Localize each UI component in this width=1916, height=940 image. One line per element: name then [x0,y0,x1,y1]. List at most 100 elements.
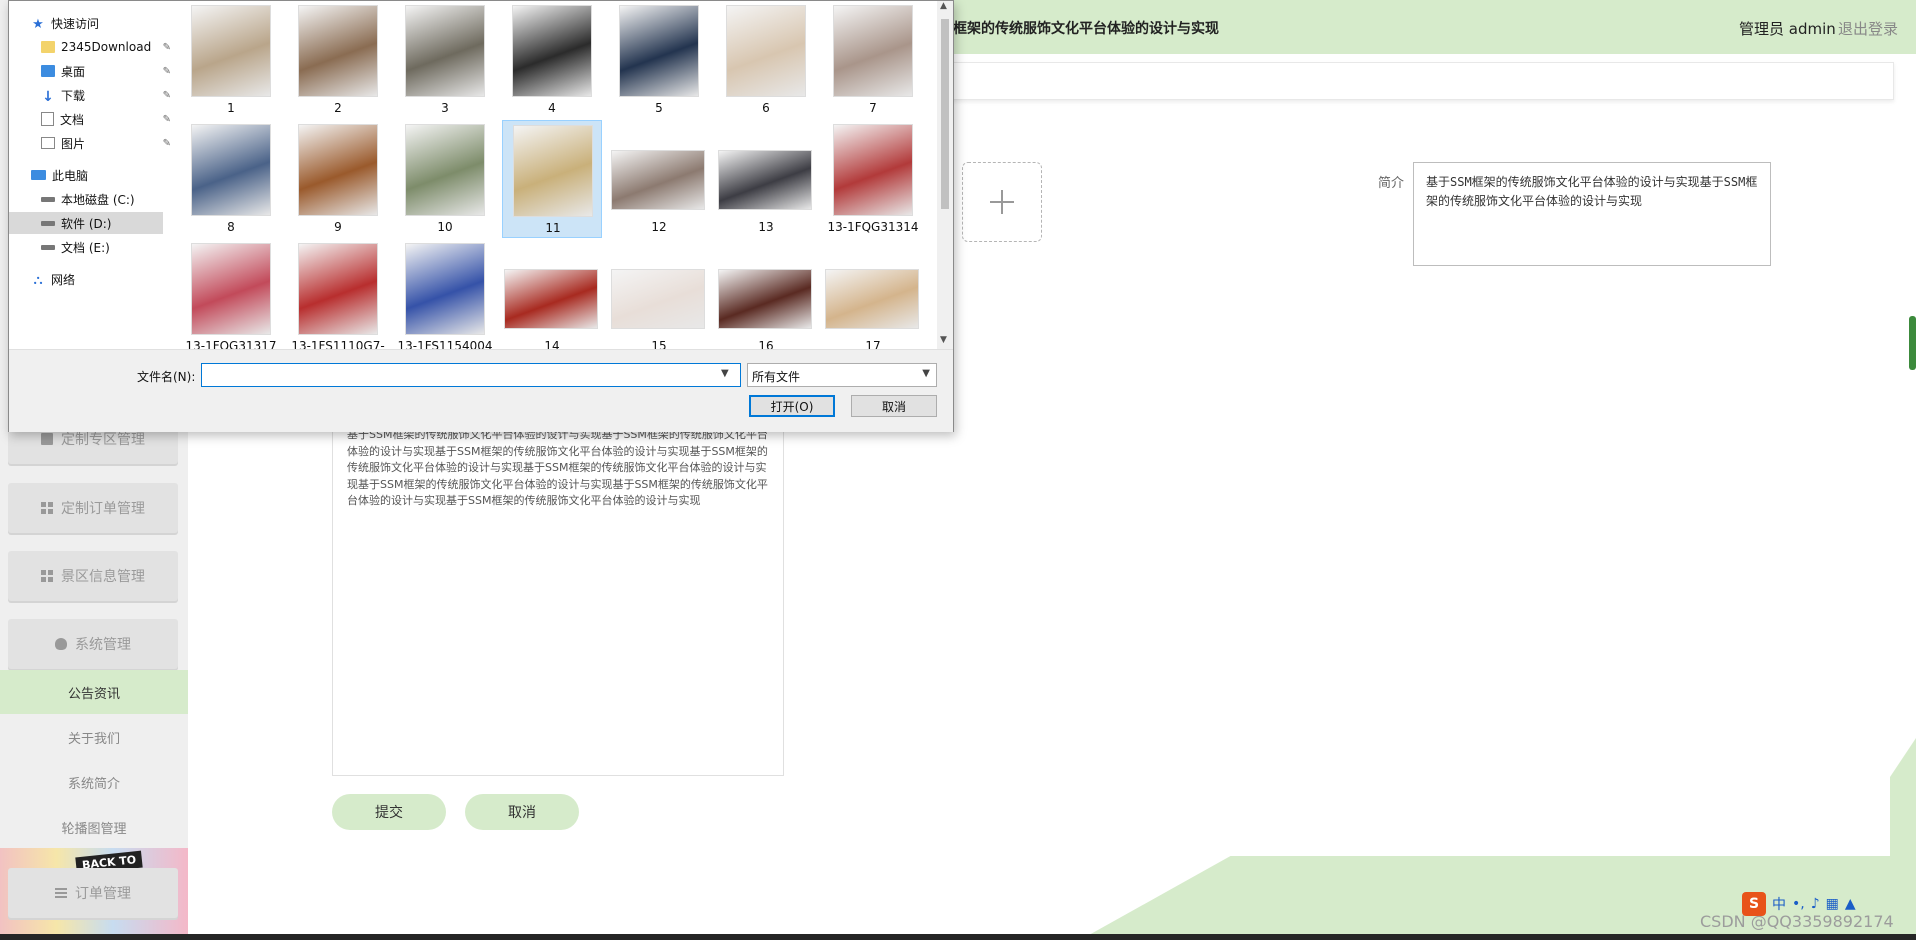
menu-orders[interactable]: 订单管理 [8,868,178,918]
nav-this-pc[interactable]: 此电脑 [31,164,171,186]
ime-language[interactable]: 中 [1772,894,1786,914]
nav-documents[interactable]: 文档 ✎ [41,108,171,130]
nav-network[interactable]: ⛬ 网络 [31,268,171,290]
file-name: 14 [544,339,560,349]
submit-button[interactable]: 提交 [332,794,446,830]
nav-desktop[interactable]: 桌面 ✎ [41,60,171,82]
file-item[interactable]: 2 [288,1,388,119]
nav-2345download[interactable]: 2345Download ✎ [41,36,171,58]
file-item[interactable]: 13-1FQG31317 [181,239,281,349]
file-thumbnail [504,269,598,329]
scroll-thumb[interactable] [941,19,949,209]
file-name: 4 [548,101,556,115]
file-thumbnail [718,150,812,210]
intro-textarea[interactable]: 基于SSM框架的传统服饰文化平台体验的设计与实现基于SSM框架的传统服饰文化平台… [1413,162,1771,266]
menu-label: 系统管理 [75,637,131,653]
file-name: 5 [655,101,663,115]
pin-icon: ✎ [162,89,171,101]
nav-quick-access[interactable]: ★ 快速访问 [31,12,171,34]
file-item[interactable]: 8 [181,120,281,238]
file-thumbnail [191,124,271,216]
file-item[interactable]: 17 [823,239,923,349]
sidebar-item-announcements[interactable]: 公告资讯 [0,670,188,714]
logout-link[interactable]: 退出登录 [1838,18,1898,39]
file-item[interactable]: 5 [609,1,709,119]
breadcrumb [940,62,1894,100]
file-item[interactable]: 14 [502,239,602,349]
file-open-dialog: ★ 快速访问 2345Download ✎ 桌面 ✎ ↓ 下载 ✎ 文档 ✎ 图… [8,0,954,432]
file-thumbnail [611,269,705,329]
filename-input[interactable] [201,363,741,387]
cancel-button[interactable]: 取消 [465,794,579,830]
editor-content: 基于SSM框架的传统服饰文化平台体验的设计与实现基于SSM框架的传统服饰文化平台… [347,428,768,507]
pin-icon: ✎ [162,41,171,53]
taskbar-edge [0,934,1916,940]
file-item[interactable]: 4 [502,1,602,119]
sidebar-item-about[interactable]: 关于我们 [0,715,188,759]
page-scrollbar[interactable] [1909,316,1916,370]
nav-drive-e[interactable]: 文档 (E:) [41,236,171,258]
scroll-down-icon[interactable]: ▼ [940,335,947,345]
file-name: 10 [437,220,453,234]
scroll-up-icon[interactable]: ▲ [940,1,947,11]
open-button[interactable]: 打开(O) [749,395,835,417]
sidebar-item-carousel[interactable]: 轮播图管理 [0,805,188,849]
admin-user-label: 管理员 admin [1739,20,1836,38]
menu-label: 定制订单管理 [61,501,145,517]
file-thumbnail [405,124,485,216]
dialog-cancel-button[interactable]: 取消 [851,395,937,417]
file-thumbnail [191,5,271,97]
nav-label: 快速访问 [51,16,100,31]
file-item[interactable]: 10 [395,120,495,238]
file-thumbnail [726,5,806,97]
file-item[interactable]: 13-1FQG31314 [823,120,923,238]
file-item[interactable]: 6 [716,1,816,119]
ime-skin-icon: ▲ [1844,896,1856,912]
file-thumbnail [833,124,913,216]
file-item[interactable]: 3 [395,1,495,119]
filetype-select[interactable]: 所有文件 ▼ [747,363,937,387]
sidebar-item-system-intro[interactable]: 系统简介 [0,760,188,804]
file-thumbnail [619,5,699,97]
file-name: 6 [762,101,770,115]
file-item[interactable]: 16 [716,239,816,349]
image-upload-button[interactable] [962,162,1042,242]
file-name: 15 [651,339,667,349]
nav-label: 网络 [51,272,76,287]
pc-icon [31,170,46,180]
menu-system[interactable]: 系统管理 [8,619,178,669]
grid-icon [41,570,53,582]
nav-drive-d[interactable]: 软件 (D:) [9,212,163,234]
file-thumbnail [405,5,485,97]
menu-scenic-info[interactable]: 景区信息管理 [8,551,178,601]
file-thumbnail [298,5,378,97]
file-name: 2 [334,101,342,115]
nav-pictures[interactable]: 图片 ✎ [41,132,171,154]
file-item[interactable]: 13-1FS1110G7- [288,239,388,349]
file-item[interactable]: 1 [181,1,281,119]
file-item[interactable]: 13 [716,120,816,238]
file-list-scrollbar[interactable]: ▲ ▼ [937,1,953,349]
file-item[interactable]: 9 [288,120,388,238]
file-item[interactable]: 13-1FS1154004 [395,239,495,349]
nav-downloads[interactable]: ↓ 下载 ✎ [41,84,171,106]
ime-keyboard-icon: ▦ [1825,896,1839,912]
file-item[interactable]: 15 [609,239,709,349]
star-icon: ★ [32,17,44,32]
nav-label: 文档 (E:) [61,240,110,255]
nav-drive-c[interactable]: 本地磁盘 (C:) [41,188,171,210]
file-thumbnail [718,269,812,329]
drive-icon [41,220,55,226]
chevron-down-icon[interactable]: ▼ [721,368,729,379]
file-thumbnail [611,150,705,210]
menu-custom-orders[interactable]: 定制订单管理 [8,483,178,533]
file-name: 13-1FS1154004 [397,339,493,349]
file-item[interactable]: 11 [502,120,602,238]
pin-icon: ✎ [162,65,171,77]
file-thumbnail [191,243,271,335]
content-editor[interactable]: 基于SSM框架的传统服饰文化平台体验的设计与实现基于SSM框架的传统服饰文化平台… [332,420,784,776]
file-item[interactable]: 7 [823,1,923,119]
nav-label: 图片 [61,136,86,151]
file-item[interactable]: 12 [609,120,709,238]
file-thumbnail [513,125,593,217]
